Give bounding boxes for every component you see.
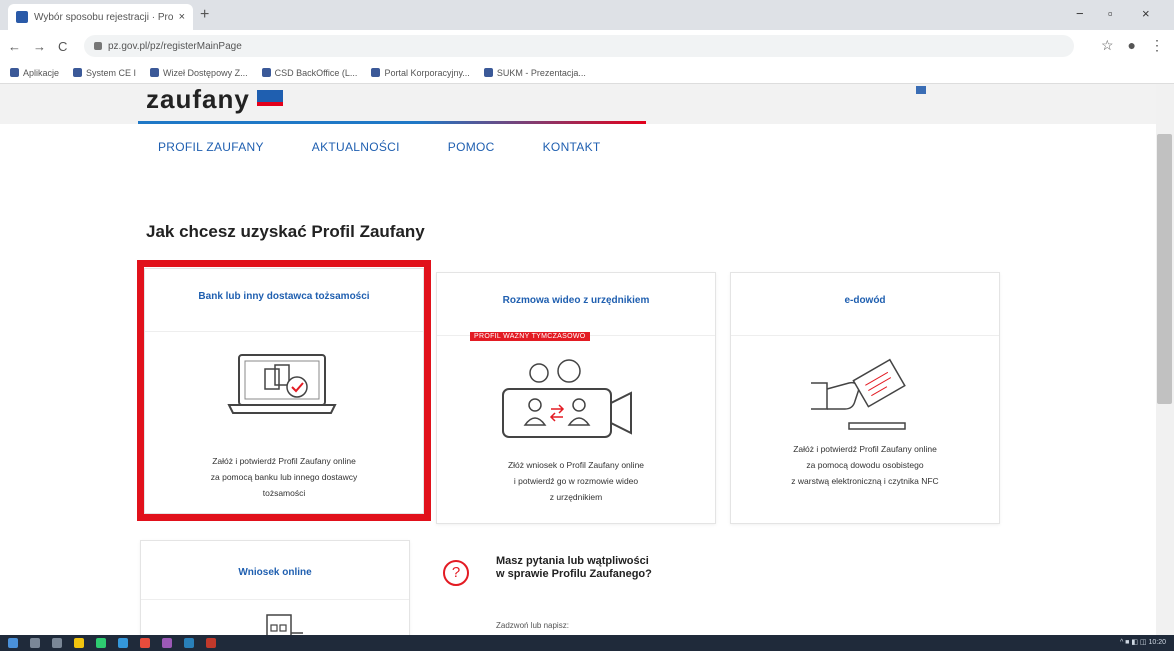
bookmark-item[interactable]: System CE I — [73, 68, 136, 78]
question-icon: ? — [443, 560, 469, 586]
task-view-icon[interactable] — [52, 638, 62, 648]
bookmark-item[interactable]: Wizeł Dostępowy Z... — [150, 68, 248, 78]
nav-kontakt[interactable]: KONTAKT — [543, 140, 601, 154]
card-online-application[interactable]: Wniosek online — [140, 540, 410, 635]
os-taskbar: ^ ■ ◧ ◫ 10:20 — [0, 635, 1174, 651]
bookmark-icon — [73, 68, 83, 77]
browser-menu-icon[interactable]: ⋮ — [1150, 37, 1164, 54]
app-icon[interactable] — [206, 638, 216, 648]
reload-button[interactable]: C — [58, 39, 67, 54]
id-card-nfc-icon — [811, 358, 906, 430]
pl-flag-icon — [257, 90, 283, 106]
app-icon[interactable] — [118, 638, 128, 648]
bookmark-item[interactable]: SUKM - Prezentacja... — [483, 68, 586, 78]
card-title: Wniosek online — [238, 567, 312, 578]
card-divider — [141, 599, 409, 600]
main-nav: PROFIL ZAUFANY AKTUALNOŚCI POMOC KONTAKT — [158, 140, 601, 154]
tab-title: Wybór sposobu rejestracji · Prof — [34, 11, 173, 23]
site-logo[interactable]: zaufany — [146, 84, 250, 115]
address-bar[interactable]: pz.gov.pl/pz/registerMainPage — [84, 35, 1074, 57]
faq-contact-text: Zadzwoń lub napisz: — [496, 621, 569, 630]
browser-tab[interactable]: Wybór sposobu rejestracji · Prof × — [8, 4, 193, 30]
window-close-button[interactable]: × — [1142, 6, 1150, 21]
nav-pomoc[interactable]: POMOC — [448, 140, 495, 154]
bookmark-item[interactable]: CSD BackOffice (L... — [261, 68, 357, 78]
bookmark-item[interactable]: Portal Korporacyjny... — [371, 68, 470, 78]
card-title: Rozmowa wideo z urzędnikiem — [502, 295, 650, 306]
app-icon[interactable] — [162, 638, 172, 648]
system-tray[interactable]: ^ ■ ◧ ◫ 10:20 — [1120, 638, 1166, 646]
bookmark-icon — [371, 68, 381, 77]
chrome-icon[interactable] — [140, 638, 150, 648]
brand-stripe — [138, 121, 646, 124]
nav-profil-zaufany[interactable]: PROFIL ZAUFANY — [158, 140, 264, 154]
card-video[interactable]: Rozmowa wideo z urzędnikiem Złóż wniosek… — [436, 272, 716, 524]
temporary-profile-badge: PROFIL WAŻNY TYMCZASOWO — [470, 332, 590, 341]
new-tab-button[interactable]: + — [200, 6, 209, 24]
form-document-icon — [266, 614, 303, 635]
minimize-button[interactable]: − — [1076, 6, 1084, 21]
maximize-button[interactable]: ▫ — [1108, 6, 1113, 21]
card-title: e-dowód — [844, 295, 886, 306]
card-description: Złóż wniosek o Profil Zaufany online i p… — [507, 460, 645, 502]
bookmark-icon — [261, 68, 271, 77]
back-button[interactable]: ← — [8, 39, 21, 54]
nav-aktualnosci[interactable]: AKTUALNOŚCI — [312, 140, 400, 154]
bookmark-item[interactable]: Aplikacje — [10, 68, 59, 78]
browser-tab-strip: Wybór sposobu rejestracji · Prof × + − ▫… — [0, 0, 1174, 30]
lock-icon — [94, 42, 102, 50]
site-favicon-icon — [16, 11, 28, 23]
card-description: Załóż i potwierdź Profil Zaufany online … — [791, 444, 939, 486]
highlight-box — [137, 260, 431, 521]
video-call-icon — [502, 359, 632, 438]
forward-button[interactable]: → — [33, 39, 46, 54]
account-icon[interactable]: ● — [1128, 37, 1136, 54]
app-icon[interactable] — [184, 638, 194, 648]
bookmarks-bar: Aplikacje System CE I Wizeł Dostępowy Z.… — [0, 62, 1174, 84]
app-icon[interactable] — [96, 638, 106, 648]
bookmark-icon — [483, 68, 493, 77]
scrollbar-thumb[interactable] — [1157, 134, 1172, 404]
start-icon[interactable] — [8, 638, 18, 648]
toolbar-actions: ☆ ● ⋮ — [1101, 37, 1164, 54]
page-title: Jak chcesz uzyskać Profil Zaufany — [146, 222, 425, 241]
bookmark-star-icon[interactable]: ☆ — [1101, 37, 1114, 54]
search-icon[interactable] — [30, 638, 40, 648]
url-text: pz.gov.pl/pz/registerMainPage — [108, 40, 242, 52]
card-divider — [731, 335, 999, 336]
header-user-icon[interactable] — [916, 86, 926, 94]
card-e-dowod[interactable]: e-dowód Załóż i potwierdź Profil Zaufany… — [730, 272, 1000, 524]
faq-heading: Masz pytania lub wątpliwości w sprawie P… — [496, 555, 652, 580]
apps-grid-icon — [10, 68, 19, 77]
bookmark-icon — [150, 68, 160, 77]
explorer-icon[interactable] — [74, 638, 84, 648]
tab-close-icon[interactable]: × — [179, 11, 185, 23]
